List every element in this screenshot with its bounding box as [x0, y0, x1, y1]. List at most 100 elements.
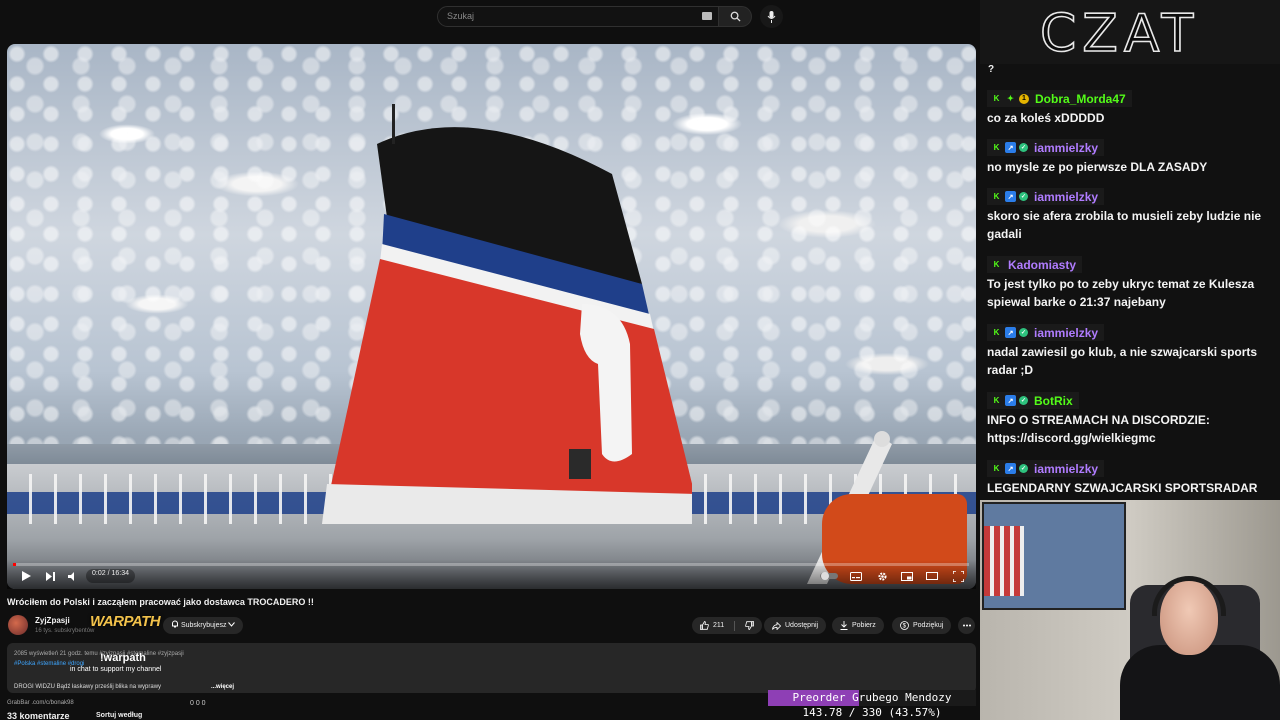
- settings-button[interactable]: [875, 569, 889, 583]
- autoplay-toggle-icon: [820, 572, 838, 580]
- chat-username[interactable]: iammielzky: [1034, 326, 1098, 340]
- download-button[interactable]: Pobierz: [832, 617, 884, 634]
- chat-message: K ↗ ✓ BotRix INFO O STREAMACH NA DISCORDZIE:…: [987, 392, 1275, 447]
- play-icon: [21, 571, 31, 581]
- chat-message: K ✦ 1 Dobra_Morda47co za koleś xDDDDD: [987, 90, 1275, 127]
- progress-bar-fill: [13, 563, 16, 566]
- ship-funnel-image: [322, 104, 692, 524]
- search-placeholder: Szukaj: [447, 11, 475, 21]
- grabber-watermark: GrabBar .com/c/bonak98: [7, 700, 74, 706]
- kick-badge-icon: K: [993, 94, 1000, 103]
- subscribe-button[interactable]: Subskrybujesz: [163, 617, 244, 634]
- chat-username[interactable]: iammielzky: [1034, 141, 1098, 155]
- thumbs-up-icon: [700, 621, 709, 630]
- chat-message-header: K ✦ 1 Dobra_Morda47: [987, 90, 1132, 107]
- chat-message: K Kadomiasty To jest tylko po to zeby ukry…: [987, 256, 1275, 311]
- chat-message-text: LEGENDARNY SZWAJCARSKI SPORTSRADAR: [987, 481, 1258, 495]
- chat-username[interactable]: BotRix: [1034, 394, 1073, 408]
- share-label: Udostępnij: [785, 622, 819, 629]
- kick-badge-icon: K: [993, 192, 1000, 201]
- sort-comments-button[interactable]: Sortuj według: [96, 712, 142, 719]
- svg-text:$: $: [903, 624, 907, 630]
- kick-badge-icon: K: [993, 143, 1000, 152]
- donation-goal-widget: Preorder Grubego Mendozy 143.78 / 330 (4…: [768, 690, 976, 720]
- subscriber-count: 16 tys. subskrybentów: [35, 628, 95, 634]
- share-button[interactable]: Udostępnij: [764, 617, 827, 634]
- subtitles-icon: [850, 571, 862, 581]
- chat-message: K ↗ ✓ iammielzky no mysle ze po pierwsze DLA…: [987, 139, 1275, 176]
- more-actions-button[interactable]: [958, 617, 975, 634]
- warpath-logo: WARPATH: [90, 613, 161, 630]
- subtitles-button[interactable]: [849, 569, 863, 583]
- miniplayer-button[interactable]: [900, 569, 914, 583]
- kick-badge-icon: K: [993, 464, 1000, 473]
- fullscreen-button[interactable]: [951, 569, 965, 583]
- mini-stats: 0 0 0: [190, 700, 206, 707]
- chat-username[interactable]: iammielzky: [1034, 462, 1098, 476]
- chat-message-header: K ↗ ✓ iammielzky: [987, 139, 1105, 156]
- chat-message: K ↗ ✓ iammielzky LEGENDARNY SZWAJCARSKI SPOR…: [987, 460, 1275, 497]
- goal-value: 143.78 / 330 (43.57%): [802, 706, 942, 719]
- warpath-support-text: in chat to support my channel: [70, 666, 162, 673]
- video-player[interactable]: [7, 44, 976, 589]
- download-label: Pobierz: [852, 622, 876, 629]
- search-input[interactable]: Szukaj: [437, 6, 719, 27]
- theater-icon: [926, 572, 938, 580]
- keyboard-icon[interactable]: [702, 12, 712, 20]
- download-icon: [840, 621, 848, 630]
- chat-message-text: To jest tylko po to zeby ukryc temat ze …: [987, 277, 1255, 309]
- description-more-link[interactable]: ...więcej: [211, 684, 234, 690]
- thumbs-down-icon: [745, 621, 755, 630]
- description-text: DROGI WIDZU Bądź łaskawy prześlij blika …: [14, 684, 162, 690]
- search-button[interactable]: [719, 6, 752, 27]
- chevron-down-icon: [228, 622, 236, 627]
- play-button[interactable]: [20, 569, 32, 583]
- chat-cut-message: ?: [988, 64, 995, 75]
- chat-message-header: K ↗ ✓ iammielzky: [987, 188, 1105, 205]
- gear-icon: [877, 571, 887, 581]
- theater-mode-button[interactable]: [925, 569, 939, 583]
- next-button[interactable]: [44, 569, 56, 583]
- youtube-page: Szukaj 0:02 / 16:34 Wróciłem do Polski i…: [0, 0, 980, 720]
- channel-name[interactable]: ZyjZpasji: [35, 616, 70, 625]
- microphone-icon: [767, 10, 776, 23]
- share-icon: [772, 621, 781, 630]
- chat-message-text: skoro sie afera zrobila to musieli zeby …: [987, 209, 1262, 241]
- chat-username[interactable]: Dobra_Morda47: [1035, 92, 1126, 106]
- like-count: 211: [713, 622, 725, 629]
- progress-bar[interactable]: [13, 563, 969, 566]
- goal-label: Preorder Grubego Mendozy: [792, 691, 952, 704]
- webcam-poster: [982, 502, 1126, 610]
- subscriber-badge-icon: ↗: [1005, 327, 1016, 338]
- chat-message-text: INFO O STREAMACH NA DISCORDZIE: https://…: [987, 413, 1210, 445]
- chat-message-text: co za koleś xDDDDD: [987, 111, 1105, 125]
- webcam-feed: [980, 500, 1280, 720]
- autoplay-toggle[interactable]: [820, 569, 838, 583]
- chat-message-header: K ↗ ✓ iammielzky: [987, 324, 1105, 341]
- subscriber-badge-icon: ↗: [1005, 395, 1016, 406]
- chat-message-header: K Kadomiasty: [987, 256, 1083, 273]
- warpath-handle: !warpath: [100, 652, 146, 664]
- chat-username[interactable]: iammielzky: [1034, 190, 1098, 204]
- kick-badge-icon: K: [993, 396, 1000, 405]
- channel-avatar[interactable]: [8, 615, 28, 635]
- top-bar: Szukaj: [0, 0, 980, 36]
- webcam-streamer-body: [1120, 645, 1280, 720]
- chat-message-header: K ↗ ✓ iammielzky: [987, 460, 1105, 477]
- chat-panel: CZAT ? K ✦ 1 Dobra_Morda47co za koleś xDDDD…: [980, 0, 1280, 500]
- subscribe-label: Subskrybujesz: [180, 622, 227, 629]
- chat-logo: CZAT: [1039, 3, 1200, 65]
- video-title: Wróciłem do Polski i zacząłem pracować j…: [7, 597, 314, 607]
- fullscreen-icon: [952, 570, 964, 582]
- voice-search-button[interactable]: [760, 5, 783, 28]
- verified-badge-icon: ✓: [1019, 464, 1028, 473]
- volume-button[interactable]: [67, 569, 79, 583]
- comments-count: 33 komentarze: [7, 711, 70, 720]
- like-divider: [734, 620, 736, 631]
- chat-username[interactable]: Kadomiasty: [1008, 258, 1076, 272]
- volume-icon: [68, 571, 74, 581]
- thanks-button[interactable]: $ Podziękuj: [892, 617, 952, 634]
- subscriber-badge-icon: ↗: [1005, 463, 1016, 474]
- more-vert-icon: [962, 624, 971, 627]
- like-button[interactable]: 211: [692, 617, 763, 634]
